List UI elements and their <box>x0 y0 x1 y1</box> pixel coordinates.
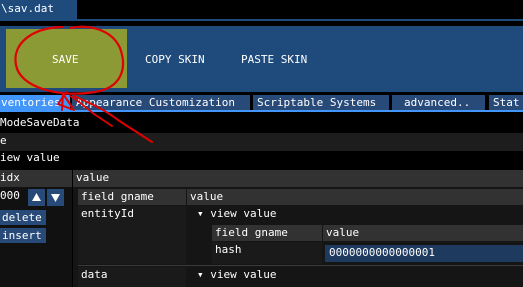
red-annotation <box>14 25 153 143</box>
